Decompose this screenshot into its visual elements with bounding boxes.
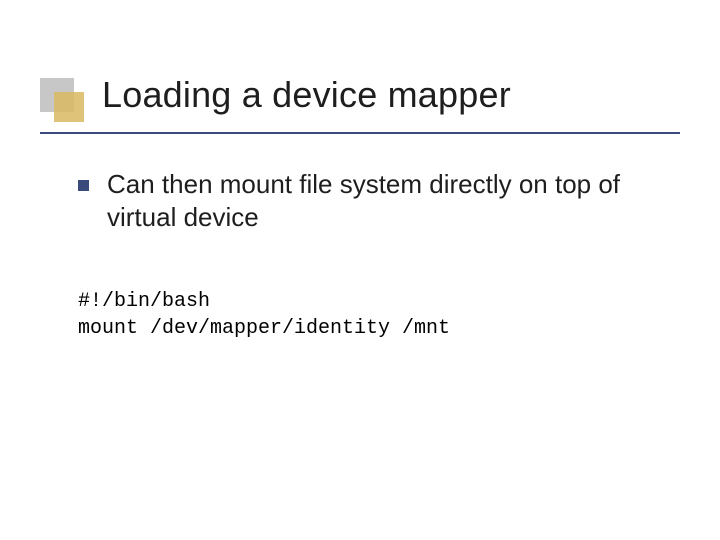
code-line: #!/bin/bash bbox=[78, 290, 210, 313]
code-block: #!/bin/bash mount /dev/mapper/identity /… bbox=[78, 288, 672, 342]
bullet-item: Can then mount file system directly on t… bbox=[78, 168, 672, 233]
slide: Loading a device mapper Can then mount f… bbox=[0, 0, 720, 540]
slide-title: Loading a device mapper bbox=[102, 74, 511, 116]
title-underline bbox=[40, 132, 680, 134]
decor-square-gold bbox=[54, 92, 84, 122]
bullet-text: Can then mount file system directly on t… bbox=[107, 168, 672, 233]
slide-body: Can then mount file system directly on t… bbox=[78, 168, 672, 233]
bullet-square-icon bbox=[78, 180, 89, 191]
title-decoration bbox=[40, 78, 84, 122]
code-line: mount /dev/mapper/identity /mnt bbox=[78, 317, 450, 340]
